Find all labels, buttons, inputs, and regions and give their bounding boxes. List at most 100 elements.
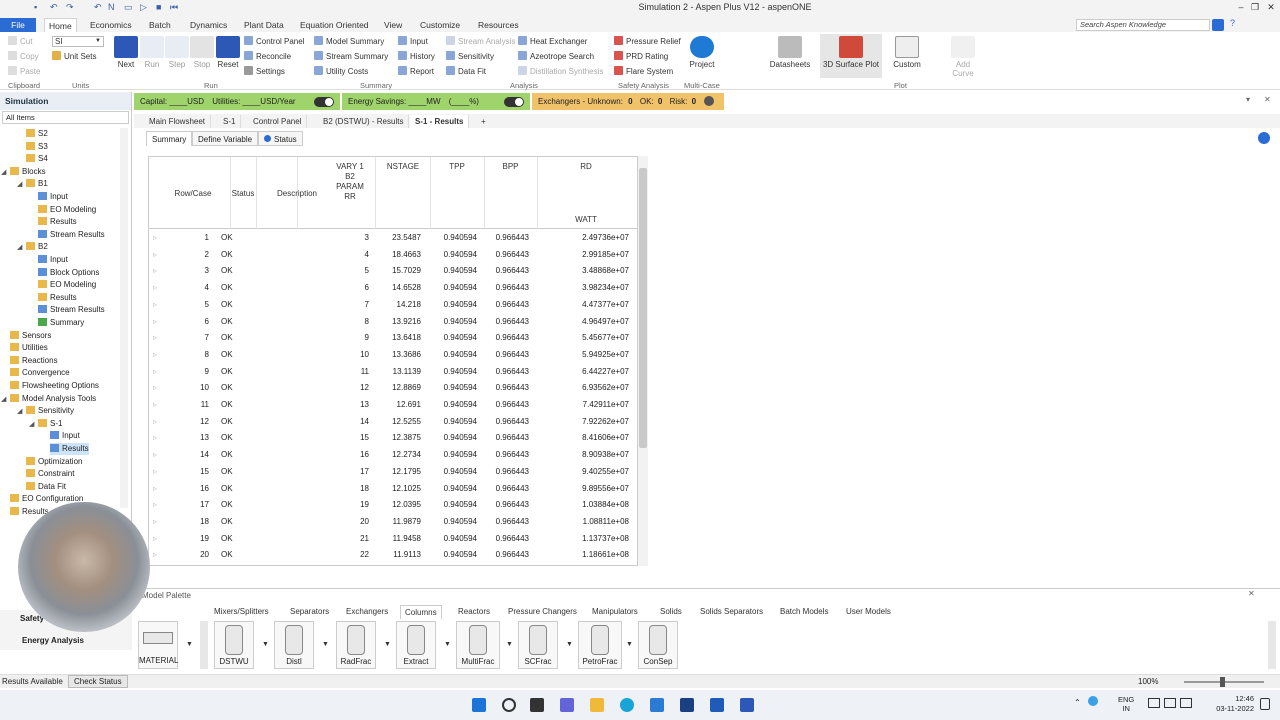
tab-equation-oriented[interactable]: Equation Oriented <box>296 18 373 32</box>
volume-icon[interactable] <box>1164 698 1176 708</box>
wifi-icon[interactable] <box>1148 698 1160 708</box>
tree-item-input[interactable]: Input <box>38 254 68 266</box>
tray-chevron-icon[interactable]: ⌃ <box>1074 698 1081 707</box>
tree-item-results[interactable]: Results <box>38 216 77 228</box>
table-row[interactable]: ▹ 4 OK 6 14.6528 0.940594 0.966443 3.98234e+07 <box>149 279 637 296</box>
heat-exchanger-button[interactable]: Heat Exchanger <box>518 36 587 47</box>
model-summary-button[interactable]: Model Summary <box>314 36 384 47</box>
tree-item-optimization[interactable]: Optimization <box>26 456 82 468</box>
project-button[interactable]: Project <box>686 36 718 69</box>
chevron-down-icon[interactable]: ▼ <box>322 641 329 648</box>
sensitivity-button[interactable]: Sensitivity <box>446 51 494 62</box>
row-header-icon[interactable]: ▹ <box>153 332 157 343</box>
row-header-icon[interactable]: ▹ <box>153 533 157 544</box>
tab-economics[interactable]: Economics <box>86 18 136 32</box>
table-row[interactable]: ▹ 10 OK 12 12.8869 0.940594 0.966443 6.93562e+0… <box>149 379 637 396</box>
history-button[interactable]: History <box>398 51 435 62</box>
palette-consep[interactable]: ConSep <box>638 621 678 669</box>
tab-b2-results[interactable]: B2 (DSTWU) - Results <box>318 115 410 128</box>
table-row[interactable]: ▹ 18 OK 20 11.9879 0.940594 0.966443 1.08811e+0… <box>149 513 637 530</box>
row-header-icon[interactable]: ▹ <box>153 366 157 377</box>
table-row[interactable]: ▹ 9 OK 11 13.1139 0.940594 0.966443 6.44227e+07 <box>149 363 637 380</box>
palette-tab[interactable]: Mixers/Splitters <box>210 605 273 619</box>
tree-item-b2[interactable]: B2 <box>26 241 48 253</box>
tree-item-input[interactable]: Input <box>50 430 80 442</box>
tree-item-eo[interactable]: EO Modeling <box>38 204 96 216</box>
palette-extract[interactable]: Extract <box>396 621 436 669</box>
info-icon[interactable] <box>1258 132 1270 144</box>
tree-item-reactions[interactable]: Reactions <box>10 355 58 367</box>
row-header-icon[interactable]: ▹ <box>153 282 157 293</box>
tab-file[interactable]: File <box>0 18 36 32</box>
minimize-button[interactable]: – <box>1234 2 1248 14</box>
tab-customize[interactable]: Customize <box>416 18 464 32</box>
tab-status[interactable]: Status <box>258 131 303 146</box>
palette-petrofrac[interactable]: PetroFrac <box>578 621 622 669</box>
chevron-down-icon[interactable]: ▼ <box>626 641 633 648</box>
tree-expander-icon[interactable]: ◢ <box>17 180 22 188</box>
row-header-icon[interactable]: ▹ <box>153 549 157 560</box>
chevron-down-icon[interactable]: ▼ <box>262 641 269 648</box>
table-row[interactable]: ▹ 12 OK 14 12.5255 0.940594 0.966443 7.92262e+0… <box>149 413 637 430</box>
chevron-down-icon[interactable]: ▼ <box>444 641 451 648</box>
chevron-down-icon[interactable]: ▼ <box>186 641 193 648</box>
row-header-icon[interactable]: ▹ <box>153 416 157 427</box>
undo-icon[interactable]: ↶ <box>50 3 60 12</box>
datasheets-button[interactable]: Datasheets <box>768 36 812 69</box>
table-row[interactable]: ▹ 5 OK 7 14.218 0.940594 0.966443 4.47377e+07 <box>149 296 637 313</box>
run-button[interactable]: Run <box>140 36 164 69</box>
window-icon[interactable]: ▭ <box>124 3 134 12</box>
palette-tab[interactable]: Solids <box>656 605 686 619</box>
table-row[interactable]: ▹ 20 OK 22 11.9113 0.940594 0.966443 1.18661e+0… <box>149 546 637 563</box>
3d-surface-plot-button[interactable]: 3D Surface Plot <box>820 34 882 78</box>
tree-item-s2[interactable]: S2 <box>26 128 48 140</box>
file-explorer-icon[interactable] <box>590 698 604 712</box>
energy-toggle[interactable] <box>504 97 524 107</box>
undo-icon[interactable]: ↶ <box>94 3 104 12</box>
azeotrope-search-button[interactable]: Azeotrope Search <box>518 51 594 62</box>
search-icon[interactable] <box>502 698 516 712</box>
palette-tab-columns[interactable]: Columns <box>400 605 442 619</box>
grid-scrollbar[interactable] <box>638 156 648 566</box>
unit-set-select[interactable]: SI ▼ <box>52 36 104 47</box>
energy-analysis-link[interactable]: Energy Analysis <box>22 636 84 645</box>
tree-item-sensors[interactable]: Sensors <box>10 330 51 342</box>
aspen-plus-icon[interactable] <box>740 698 754 712</box>
tab-main-flowsheet[interactable]: Main Flowsheet <box>144 115 212 128</box>
tree-item-sensitivity[interactable]: Sensitivity <box>26 405 74 417</box>
tree-item-stream-results[interactable]: Stream Results <box>38 304 105 316</box>
restore-button[interactable]: ❐ <box>1248 2 1262 14</box>
tree-expander-icon[interactable]: ◢ <box>17 407 22 415</box>
table-row[interactable]: ▹ 3 OK 5 15.7029 0.940594 0.966443 3.48868e+07 <box>149 262 637 279</box>
row-header-icon[interactable]: ▹ <box>153 249 157 260</box>
tree-item-constraint[interactable]: Constraint <box>26 468 74 480</box>
economics-toggle[interactable] <box>314 97 334 107</box>
tab-view[interactable]: View <box>380 18 406 32</box>
prd-rating-button[interactable]: PRD Rating <box>614 51 668 62</box>
language-indicator[interactable]: ENG IN <box>1118 695 1134 713</box>
row-header-icon[interactable]: ▹ <box>153 382 157 393</box>
exchanger-gear-icon[interactable] <box>704 96 715 106</box>
table-row[interactable]: ▹ 11 OK 13 12.691 0.940594 0.966443 7.42911e+07 <box>149 396 637 413</box>
chevron-down-icon[interactable]: ▼ <box>566 641 573 648</box>
table-row[interactable]: ▹ 2 OK 4 18.4663 0.940594 0.966443 2.99185e+07 <box>149 246 637 263</box>
row-header-icon[interactable]: ▹ <box>153 265 157 276</box>
tree-item-results[interactable]: Results <box>38 292 77 304</box>
row-header-icon[interactable]: ▹ <box>153 483 157 494</box>
scroll-thumb[interactable] <box>639 168 647 448</box>
palette-tab[interactable]: Pressure Changers <box>504 605 581 619</box>
save-icon[interactable]: ▪ <box>34 3 44 12</box>
search-input[interactable]: Search Aspen Knowledge <box>1076 19 1210 31</box>
stop-button[interactable]: Stop <box>190 36 214 69</box>
palette-tab[interactable]: User Models <box>842 605 895 619</box>
table-row[interactable]: ▹ 6 OK 8 13.9216 0.940594 0.966443 4.96497e+07 <box>149 313 637 330</box>
table-row[interactable]: ▹ 1 OK 3 23.5487 0.940594 0.966443 2.49736e+07 <box>149 229 637 246</box>
start-icon[interactable] <box>472 698 486 712</box>
utility-costs-button[interactable]: Utility Costs <box>314 66 368 77</box>
row-header-icon[interactable]: ▹ <box>153 499 157 510</box>
tab-plant-data[interactable]: Plant Data <box>240 18 288 32</box>
palette-dstwu[interactable]: DSTWU <box>214 621 254 669</box>
row-header-icon[interactable]: ▹ <box>153 299 157 310</box>
tree-item-summary[interactable]: Summary <box>38 317 84 329</box>
row-header-icon[interactable]: ▹ <box>153 349 157 360</box>
